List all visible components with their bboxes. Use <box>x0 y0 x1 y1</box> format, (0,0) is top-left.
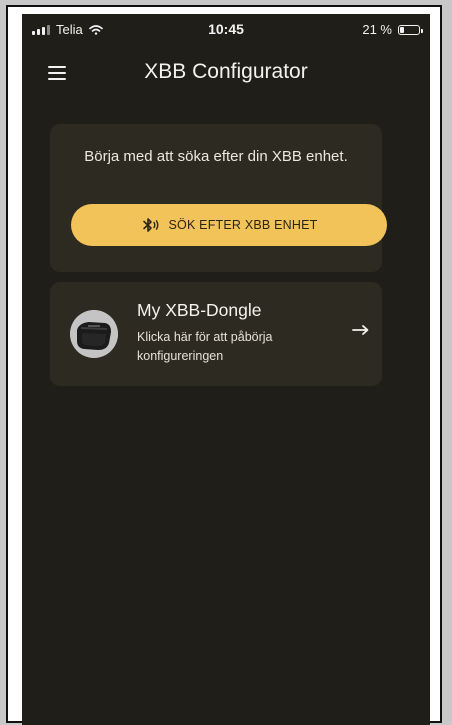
screenshot-frame: Telia 10:45 21 % XBB Configurator Börja … <box>0 0 452 725</box>
device-name: My XBB-Dongle <box>137 300 262 320</box>
app-screen: Telia 10:45 21 % XBB Configurator Börja … <box>22 14 430 725</box>
search-instruction: Börja med att söka efter din XBB enhet. <box>84 148 348 165</box>
status-bar: Telia 10:45 21 % <box>22 14 430 44</box>
app-header: XBB Configurator <box>22 54 430 94</box>
xbb-dongle-image <box>70 310 118 358</box>
search-device-button[interactable]: SÖK EFTER XBB ENHET <box>71 204 387 246</box>
arrow-right-icon <box>352 325 369 335</box>
battery-percent: 21 % <box>362 22 392 37</box>
search-card: Börja med att söka efter din XBB enhet. … <box>50 124 387 272</box>
device-subtitle: Klicka här för att påbörja konfigurering… <box>137 330 273 363</box>
page-title: XBB Configurator <box>144 60 308 83</box>
bluetooth-icon <box>142 218 158 232</box>
battery-level <box>400 26 404 33</box>
search-button-label: SÖK EFTER XBB ENHET <box>168 218 318 232</box>
status-right: 21 % <box>362 22 423 37</box>
battery-icon <box>398 24 423 35</box>
device-list-item[interactable]: My XBB-Dongle Klicka här för att påbörja… <box>50 282 382 386</box>
